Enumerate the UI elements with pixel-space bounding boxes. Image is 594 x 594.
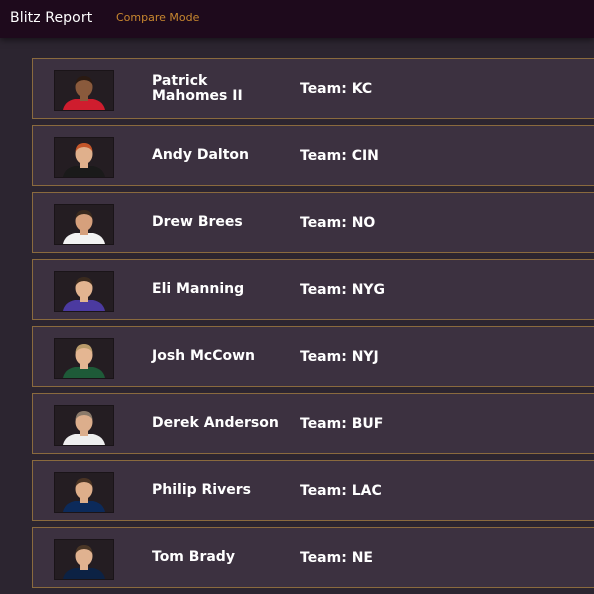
player-card[interactable]: Patrick Mahomes II Team: KC — [32, 58, 594, 119]
player-name: Derek Anderson — [152, 415, 279, 431]
player-card[interactable]: Josh McCown Team: NYJ — [32, 326, 594, 387]
player-card[interactable]: Eli Manning Team: NYG — [32, 259, 594, 320]
player-name: Josh McCown — [152, 348, 256, 364]
player-name: Drew Brees — [152, 214, 243, 230]
player-name: Patrick Mahomes II — [152, 72, 243, 104]
player-team: Team: NO — [300, 214, 376, 231]
player-list: Patrick Mahomes II Team: KC Andy Dalton Tea… — [32, 58, 594, 594]
player-headshot — [54, 271, 114, 312]
player-card[interactable]: Andy Dalton Team: CIN — [32, 125, 594, 186]
player-headshot — [54, 137, 114, 178]
player-name: Andy Dalton — [152, 147, 249, 163]
player-name: Philip Rivers — [152, 482, 251, 498]
player-headshot — [54, 405, 114, 446]
player-team: Team: CIN — [300, 147, 379, 164]
player-card[interactable]: Drew Brees Team: NO — [32, 192, 594, 253]
player-headshot — [54, 204, 114, 245]
player-team: Team: LAC — [300, 482, 382, 499]
player-headshot — [54, 472, 114, 513]
player-team: Team: KC — [300, 80, 373, 97]
player-card[interactable]: Derek Anderson Team: BUF — [32, 393, 594, 454]
player-headshot — [54, 338, 114, 379]
player-team: Team: NYJ — [300, 348, 379, 365]
player-name: Tom Brady — [152, 549, 235, 565]
player-team: Team: NYG — [300, 281, 386, 298]
player-team: Team: BUF — [300, 415, 384, 432]
player-name: Eli Manning — [152, 281, 245, 297]
player-card[interactable]: Philip Rivers Team: LAC — [32, 460, 594, 521]
player-headshot — [54, 539, 114, 580]
player-card[interactable]: Tom Brady Team: NE — [32, 527, 594, 588]
compare-mode-link[interactable]: Compare Mode — [116, 11, 199, 25]
player-team: Team: NE — [300, 549, 373, 566]
brand-logo-text[interactable]: Blitz Report — [10, 9, 92, 27]
top-navbar: Blitz Report Compare Mode — [0, 0, 594, 38]
player-headshot — [54, 70, 114, 111]
